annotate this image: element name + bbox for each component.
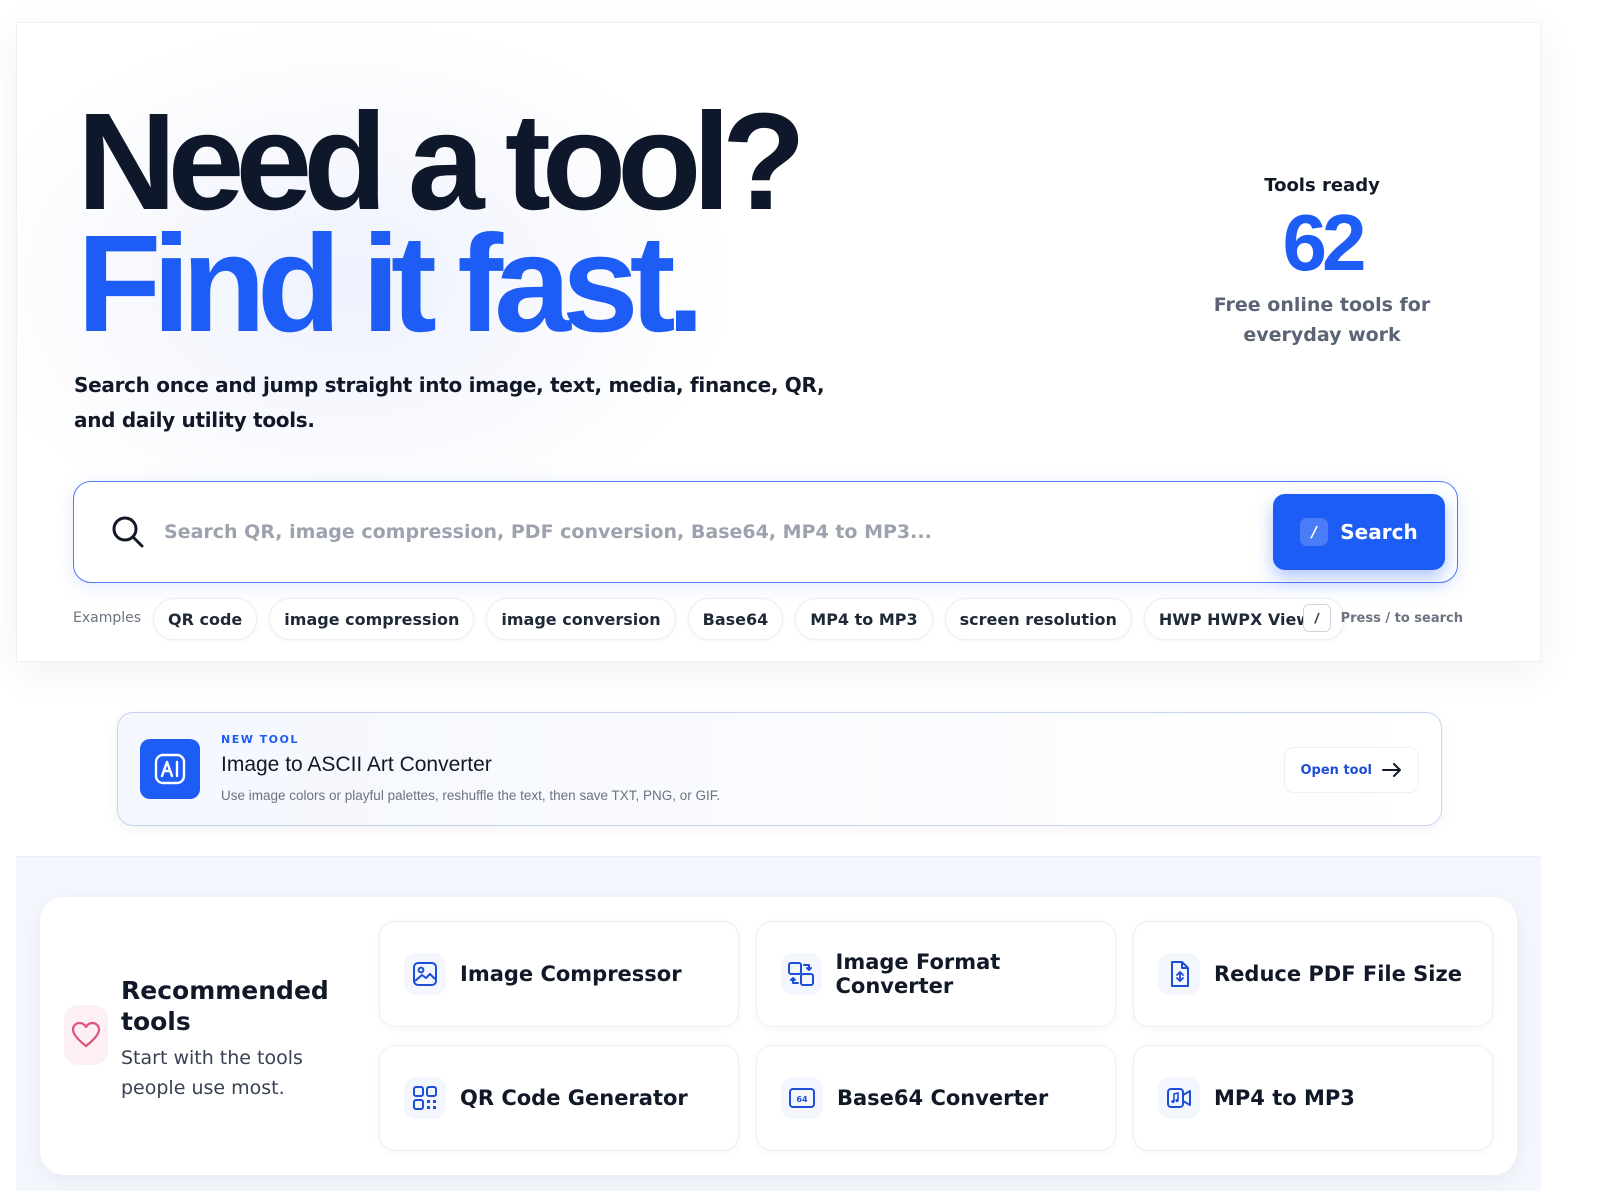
hero-lead: Search once and jump straight into image… [74, 373, 825, 432]
tool-card-qr-generator[interactable]: QR Code Generator [379, 1045, 739, 1151]
stat-subtitle: Free online tools for everyday work [1213, 294, 1431, 346]
new-tool-eyebrow: NEW TOOL [221, 733, 299, 746]
recommended-subtitle: Start with the tools people use most. [121, 1047, 303, 1099]
pdf-file-icon [1158, 953, 1200, 995]
keyboard-hint-text: Press / to search [1340, 610, 1463, 626]
search-shortcut-key: / [1300, 518, 1329, 546]
example-chip[interactable]: MP4 to MP3 [795, 598, 933, 640]
tool-card-reduce-pdf[interactable]: Reduce PDF File Size [1133, 921, 1493, 1027]
heart-icon [64, 1005, 108, 1065]
tool-label: Image Format Converter [835, 950, 1001, 998]
svg-text:64: 64 [796, 1095, 808, 1104]
image-icon [404, 953, 446, 995]
example-chip[interactable]: image conversion [486, 598, 676, 640]
tool-card-mp4-to-mp3[interactable]: MP4 to MP3 [1133, 1045, 1493, 1151]
stat-value: 62 [1282, 198, 1367, 287]
tool-label: Base64 Converter [837, 1086, 1049, 1110]
ai-badge-icon [140, 739, 200, 799]
base64-icon: 64 [781, 1077, 823, 1119]
examples-row: Examples QR code image compression image… [73, 598, 1463, 642]
tool-grid: Image Compressor Image Format Converter [379, 921, 1493, 1151]
new-tool-description: Use image colors or playful palettes, re… [221, 788, 721, 803]
qr-code-icon [404, 1077, 446, 1119]
new-tool-title: Image to ASCII Art Converter [221, 753, 492, 776]
example-chip[interactable]: image compression [269, 598, 475, 640]
tools-ready-stat: Tools ready 62 Free online tools for eve… [1197, 175, 1447, 350]
headline-accent: Find it fast. [77, 207, 705, 361]
slash-key: / [1302, 604, 1331, 632]
open-tool-button[interactable]: Open tool [1283, 747, 1419, 793]
tool-label: MP4 to MP3 [1214, 1086, 1355, 1110]
recommended-card: Recommended tools Start with the tools p… [40, 897, 1517, 1175]
tool-card-image-format-converter[interactable]: Image Format Converter [756, 921, 1116, 1027]
search-bar: / Search [73, 481, 1458, 583]
stat-label: Tools ready [1264, 175, 1380, 196]
tool-label: QR Code Generator [460, 1086, 688, 1110]
tool-card-base64[interactable]: 64 Base64 Converter [756, 1045, 1116, 1151]
page: Need a tool? Find it fast. Search once a… [0, 0, 1600, 1191]
headline-primary: Need a tool? [77, 85, 806, 239]
example-chip[interactable]: Base64 [687, 598, 784, 640]
example-chips: QR code image compression image conversi… [153, 598, 1345, 640]
search-button-label: Search [1340, 520, 1418, 544]
arrow-right-icon [1382, 763, 1401, 777]
example-chip[interactable]: screen resolution [944, 598, 1132, 640]
keyboard-hint: / Press / to search [1302, 604, 1463, 632]
recommended-title: Recommended tools [121, 976, 329, 1036]
open-tool-label: Open tool [1300, 762, 1373, 778]
tool-label: Image Compressor [460, 962, 682, 986]
convert-icon [781, 953, 822, 995]
tool-label: Reduce PDF File Size [1214, 962, 1462, 986]
example-chip[interactable]: QR code [153, 598, 258, 640]
video-audio-icon [1158, 1077, 1200, 1119]
search-input[interactable] [164, 510, 1164, 554]
new-tool-banner[interactable]: NEW TOOL Image to ASCII Art Converter Us… [117, 712, 1442, 826]
search-icon [112, 516, 144, 548]
hero-section: Need a tool? Find it fast. Search once a… [16, 22, 1541, 662]
tool-card-image-compressor[interactable]: Image Compressor [379, 921, 739, 1027]
search-button[interactable]: / Search [1273, 494, 1445, 570]
examples-label: Examples [73, 610, 142, 626]
recommended-section: Recommended tools Start with the tools p… [16, 856, 1541, 1191]
